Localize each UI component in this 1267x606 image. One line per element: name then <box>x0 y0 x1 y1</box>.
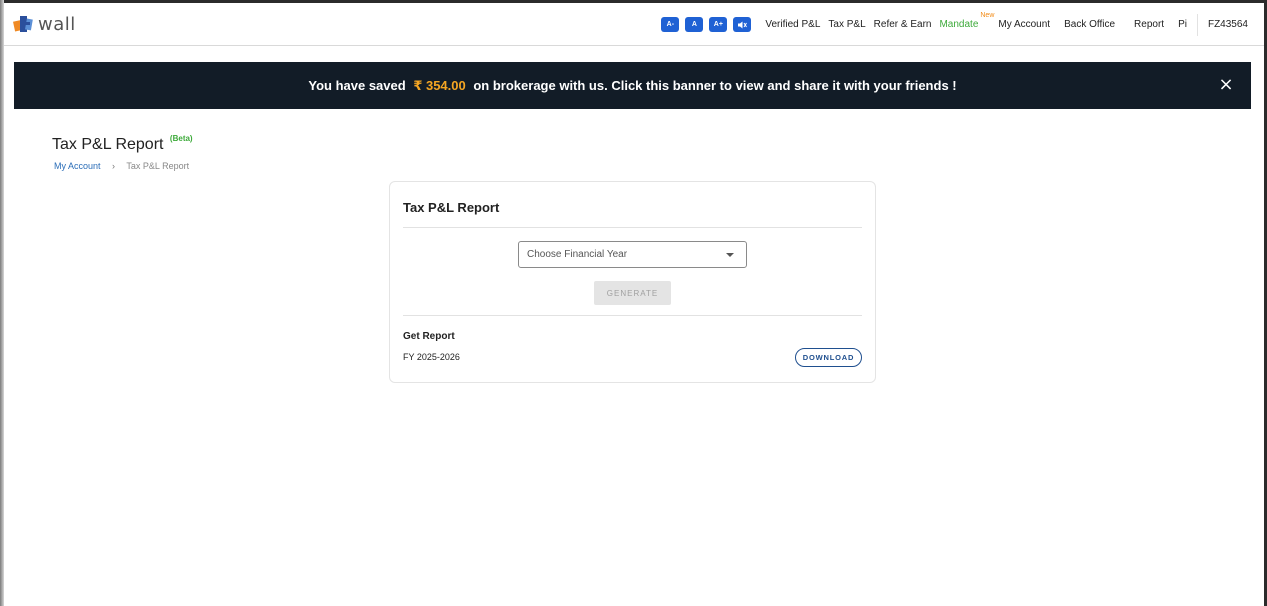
card-divider <box>403 315 862 316</box>
nav-divider <box>1196 13 1198 36</box>
breadcrumb-my-account[interactable]: My Account <box>54 161 101 171</box>
nav-verified-pl[interactable]: Verified P&L <box>765 19 820 30</box>
select-placeholder: Choose Financial Year <box>527 249 628 260</box>
banner-suffix: on brokerage with us. Click this banner … <box>473 77 957 93</box>
page-title-text: Tax P&L Report <box>52 136 164 153</box>
nav-my-account[interactable]: My Account <box>998 19 1050 30</box>
nav-back-office[interactable]: Back Office <box>1064 19 1115 30</box>
get-report-heading: Get Report <box>403 331 455 342</box>
nav-pi[interactable]: Pi <box>1178 19 1187 30</box>
logo-text: wall <box>38 13 76 35</box>
card-title: Tax P&L Report <box>403 200 500 215</box>
card-divider <box>403 227 862 228</box>
top-nav: A- A A+ Verified P&L Tax P&L Refer & Ear… <box>661 3 1248 46</box>
speaker-button[interactable] <box>733 17 752 32</box>
window-frame-left <box>0 0 4 606</box>
page-title: Tax P&L Report (Beta) <box>52 134 193 154</box>
banner-prefix: You have saved <box>308 77 406 93</box>
new-badge: New <box>980 12 995 19</box>
brokerage-savings-banner[interactable]: You have saved ₹ 354.00 on brokerage wit… <box>14 62 1251 109</box>
breadcrumb-current: Tax P&L Report <box>126 161 190 171</box>
chevron-right-icon: › <box>112 161 116 171</box>
generate-button[interactable]: GENERATE <box>594 281 671 305</box>
caret-down-icon <box>726 253 734 257</box>
font-reset-button[interactable]: A <box>685 17 704 32</box>
close-icon[interactable]: × <box>1216 75 1236 95</box>
logo-icon <box>12 13 36 35</box>
banner-amount: ₹ 354.00 <box>413 77 466 93</box>
beta-badge: (Beta) <box>169 134 193 143</box>
speaker-icon <box>737 21 747 28</box>
nav-refer-earn[interactable]: Refer & Earn <box>874 19 932 30</box>
nav-mandate-label: Mandate <box>939 19 979 30</box>
nav-tax-pl[interactable]: Tax P&L <box>828 19 865 30</box>
download-button[interactable]: DOWNLOAD <box>795 348 862 367</box>
tax-pl-report-card: Tax P&L Report Choose Financial Year GEN… <box>389 181 876 383</box>
user-id-menu[interactable]: FZ43564 <box>1208 19 1248 30</box>
top-header: wall A- A A+ Verified P&L Tax P&L Refer … <box>4 3 1264 46</box>
nav-mandate[interactable]: Mandate New <box>939 12 994 30</box>
font-decrease-button[interactable]: A- <box>661 17 680 32</box>
financial-year-select[interactable]: Choose Financial Year <box>518 241 747 268</box>
font-increase-button[interactable]: A+ <box>709 17 728 32</box>
report-financial-year: FY 2025-2026 <box>403 352 460 362</box>
nav-report[interactable]: Report <box>1134 19 1164 30</box>
breadcrumb: My Account › Tax P&L Report <box>54 161 189 171</box>
banner-text: You have saved ₹ 354.00 on brokerage wit… <box>308 78 956 94</box>
brand-logo[interactable]: wall <box>12 3 76 45</box>
